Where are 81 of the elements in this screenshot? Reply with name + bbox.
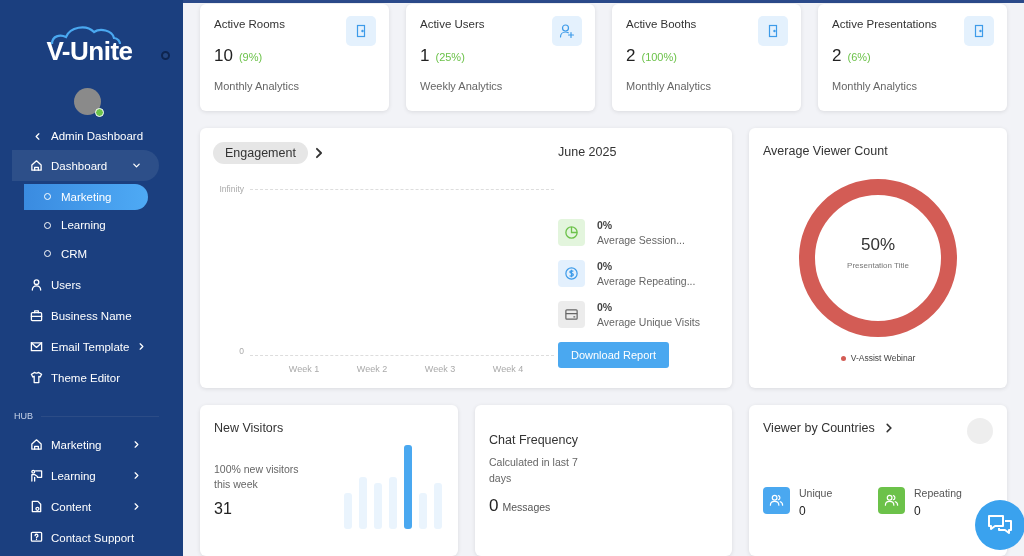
card-title: Average Viewer Count xyxy=(763,144,888,158)
chat-unit: Messages xyxy=(502,501,551,513)
sidebar-item[interactable]: Dashboard xyxy=(12,150,159,181)
person-icon xyxy=(30,278,43,291)
card-title: Active Presentations xyxy=(832,18,938,30)
metric-value: 0% xyxy=(597,219,614,231)
door-icon xyxy=(964,16,994,46)
card-title: New Visitors xyxy=(214,421,285,435)
period-label: Weekly Analytics xyxy=(420,80,504,92)
visitors-value: 31 xyxy=(214,500,233,518)
donut-value: 50% xyxy=(861,235,895,255)
chat-button[interactable] xyxy=(975,500,1024,550)
section-label: HUB xyxy=(14,411,33,421)
help-icon xyxy=(30,531,43,544)
sidebar-item[interactable]: Users xyxy=(12,269,159,300)
stat-label: Unique xyxy=(799,487,833,499)
sidebar-item[interactable]: Theme Editor xyxy=(12,362,159,393)
card-title: Active Booths xyxy=(626,18,698,30)
door-icon xyxy=(346,16,376,46)
logo: V-Unite xyxy=(46,24,137,66)
legend-label: V-Assist Webinar xyxy=(850,353,916,363)
card-title: Active Rooms xyxy=(214,18,286,30)
visitors-note: 100% new visitors this week xyxy=(214,462,300,492)
chevron-right-icon xyxy=(132,502,141,511)
home-icon xyxy=(30,159,43,172)
axis-label: Week 3 xyxy=(424,364,456,374)
chevron-right-icon xyxy=(132,471,141,480)
engagement-pill[interactable]: Engagement xyxy=(213,142,308,164)
sidebar-item[interactable]: Content xyxy=(12,491,159,522)
metric-label: Average Unique Visits xyxy=(597,316,700,328)
period-label: Monthly Analytics xyxy=(214,80,300,92)
month-label: June 2025 xyxy=(558,145,618,159)
chevron-left-icon xyxy=(33,131,42,141)
chevron-down-icon xyxy=(132,161,141,170)
card-title: Active Users xyxy=(420,18,486,30)
axis-label: Week 2 xyxy=(356,364,388,374)
metric-label: Average Session... xyxy=(597,234,685,246)
sidebar-item[interactable]: Business Name xyxy=(12,300,159,331)
chat-value: 0 xyxy=(489,496,499,516)
sidebar-item[interactable]: Learning xyxy=(12,460,159,491)
close-icon[interactable] xyxy=(161,51,170,60)
chevron-right-icon xyxy=(137,342,147,351)
card-title: Viewer by Countries xyxy=(763,421,875,435)
user-add-icon xyxy=(552,16,582,46)
stat-value: 2 xyxy=(832,46,842,65)
stat-value: 0 xyxy=(914,504,922,518)
shirt-icon xyxy=(30,371,43,384)
metric-label: Average Repeating... xyxy=(597,275,696,287)
stat-label: Repeating xyxy=(914,487,962,499)
axis-label: Infinity xyxy=(218,184,245,194)
briefcase-icon xyxy=(30,309,43,322)
sidebar-item[interactable]: Contact Support xyxy=(12,522,159,553)
envelope-icon xyxy=(30,340,43,353)
card-title: Chat Frequency xyxy=(489,433,579,447)
back-link[interactable]: Admin Dashboard xyxy=(0,122,183,150)
change-percent: (100%) xyxy=(641,51,677,63)
axis-label: Week 1 xyxy=(288,364,320,374)
axis-label: 0 xyxy=(238,346,245,356)
stat-value: 10 xyxy=(214,46,233,65)
metric-value: 0% xyxy=(597,301,614,313)
metric-value: 0% xyxy=(597,260,614,272)
sidebar-item[interactable]: Email Template xyxy=(12,331,159,362)
stat-value: 1 xyxy=(420,46,430,65)
change-percent: (25%) xyxy=(435,51,465,63)
sidebar-item[interactable]: Marketing xyxy=(12,429,159,460)
axis-label: Week 4 xyxy=(492,364,524,374)
submenu-item[interactable]: CRM xyxy=(24,240,148,267)
door-icon xyxy=(758,16,788,46)
donut-label: Presentation Title xyxy=(847,261,909,270)
submenu-item[interactable]: Learning xyxy=(24,212,148,238)
period-label: Monthly Analytics xyxy=(626,80,712,92)
chevron-right-icon xyxy=(132,440,141,449)
period-label: Monthly Analytics xyxy=(832,80,918,92)
stat-value: 0 xyxy=(799,504,807,518)
change-percent: (9%) xyxy=(238,51,263,63)
stat-value: 2 xyxy=(626,46,636,65)
document-icon xyxy=(30,500,43,513)
change-percent: (6%) xyxy=(847,51,871,63)
chat-note: Calculated in last 7 days xyxy=(489,455,579,486)
presenter-icon xyxy=(30,469,43,482)
home-icon xyxy=(30,438,43,451)
